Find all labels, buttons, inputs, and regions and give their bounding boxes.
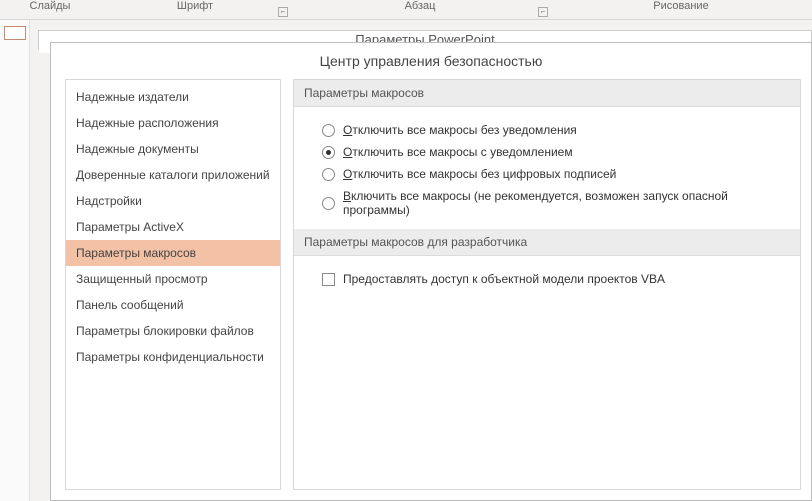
macro-option-label: Отключить все макросы с уведомлением: [343, 145, 573, 159]
paragraph-dialog-launcher-icon[interactable]: ⌐: [538, 7, 548, 17]
sidebar-item[interactable]: Надстройки: [66, 188, 280, 214]
dialog-title: Центр управления безопасностью: [51, 43, 811, 79]
macro-option-row[interactable]: Отключить все макросы с уведомлением: [322, 141, 790, 163]
ribbon-group-drawing: Рисование: [550, 0, 812, 19]
ribbon-group-slides: Слайды: [0, 0, 100, 19]
ribbon-group-paragraph-label: Абзац: [405, 0, 436, 12]
dev-macro-settings-body: Предоставлять доступ к объектной модели …: [294, 256, 800, 298]
macro-option-label: Отключить все макросы без уведомления: [343, 123, 577, 137]
sidebar-item[interactable]: Надежные расположения: [66, 110, 280, 136]
ribbon-group-font-label: Шрифт: [177, 0, 213, 12]
vba-object-model-checkbox[interactable]: [322, 273, 335, 286]
sidebar-item[interactable]: Параметры макросов: [66, 240, 280, 266]
sidebar-item[interactable]: Надежные документы: [66, 136, 280, 162]
macro-option-row[interactable]: Включить все макросы (не рекомендуется, …: [322, 185, 790, 221]
font-dialog-launcher-icon[interactable]: ⌐: [278, 7, 288, 17]
ribbon-group-paragraph: Абзац ⌐: [290, 0, 550, 19]
ribbon-group-drawing-label: Рисование: [653, 0, 708, 12]
sidebar-item[interactable]: Защищенный просмотр: [66, 266, 280, 292]
sidebar-item[interactable]: Панель сообщений: [66, 292, 280, 318]
macro-option-label: Включить все макросы (не рекомендуется, …: [343, 189, 790, 217]
slide-thumbnail-pane: [0, 20, 30, 501]
macro-option-radio[interactable]: [322, 197, 335, 210]
sidebar-item[interactable]: Параметры ActiveX: [66, 214, 280, 240]
macro-option-label: Отключить все макросы без цифровых подпи…: [343, 167, 616, 181]
macro-settings-header: Параметры макросов: [294, 80, 800, 107]
dev-macro-settings-header: Параметры макросов для разработчика: [294, 229, 800, 256]
slide-thumbnail[interactable]: [4, 26, 26, 40]
ribbon-group-font: Шрифт ⌐: [100, 0, 290, 19]
macro-settings-options: Отключить все макросы без уведомления Отк…: [294, 107, 800, 229]
macro-option-radio[interactable]: [322, 146, 335, 159]
vba-object-model-label: Предоставлять доступ к объектной модели …: [343, 272, 665, 286]
vba-object-model-checkbox-row[interactable]: Предоставлять доступ к объектной модели …: [322, 268, 790, 290]
sidebar-item[interactable]: Доверенные каталоги приложений: [66, 162, 280, 188]
sidebar-item[interactable]: Параметры конфиденциальности: [66, 344, 280, 370]
macro-option-radio[interactable]: [322, 168, 335, 181]
macro-option-radio[interactable]: [322, 124, 335, 137]
trust-center-sidebar: Надежные издателиНадежные расположенияНа…: [65, 79, 281, 490]
macro-option-row[interactable]: Отключить все макросы без уведомления: [322, 119, 790, 141]
ribbon-group-slides-label: Слайды: [30, 0, 71, 12]
sidebar-item[interactable]: Параметры блокировки файлов: [66, 318, 280, 344]
trust-center-content: Параметры макросов Отключить все макросы…: [293, 79, 801, 490]
trust-center-dialog: Центр управления безопасностью Надежные …: [50, 42, 812, 501]
macro-option-row[interactable]: Отключить все макросы без цифровых подпи…: [322, 163, 790, 185]
sidebar-item[interactable]: Надежные издатели: [66, 84, 280, 110]
ribbon-group-labels: Слайды Шрифт ⌐ Абзац ⌐ Рисование: [0, 0, 812, 20]
